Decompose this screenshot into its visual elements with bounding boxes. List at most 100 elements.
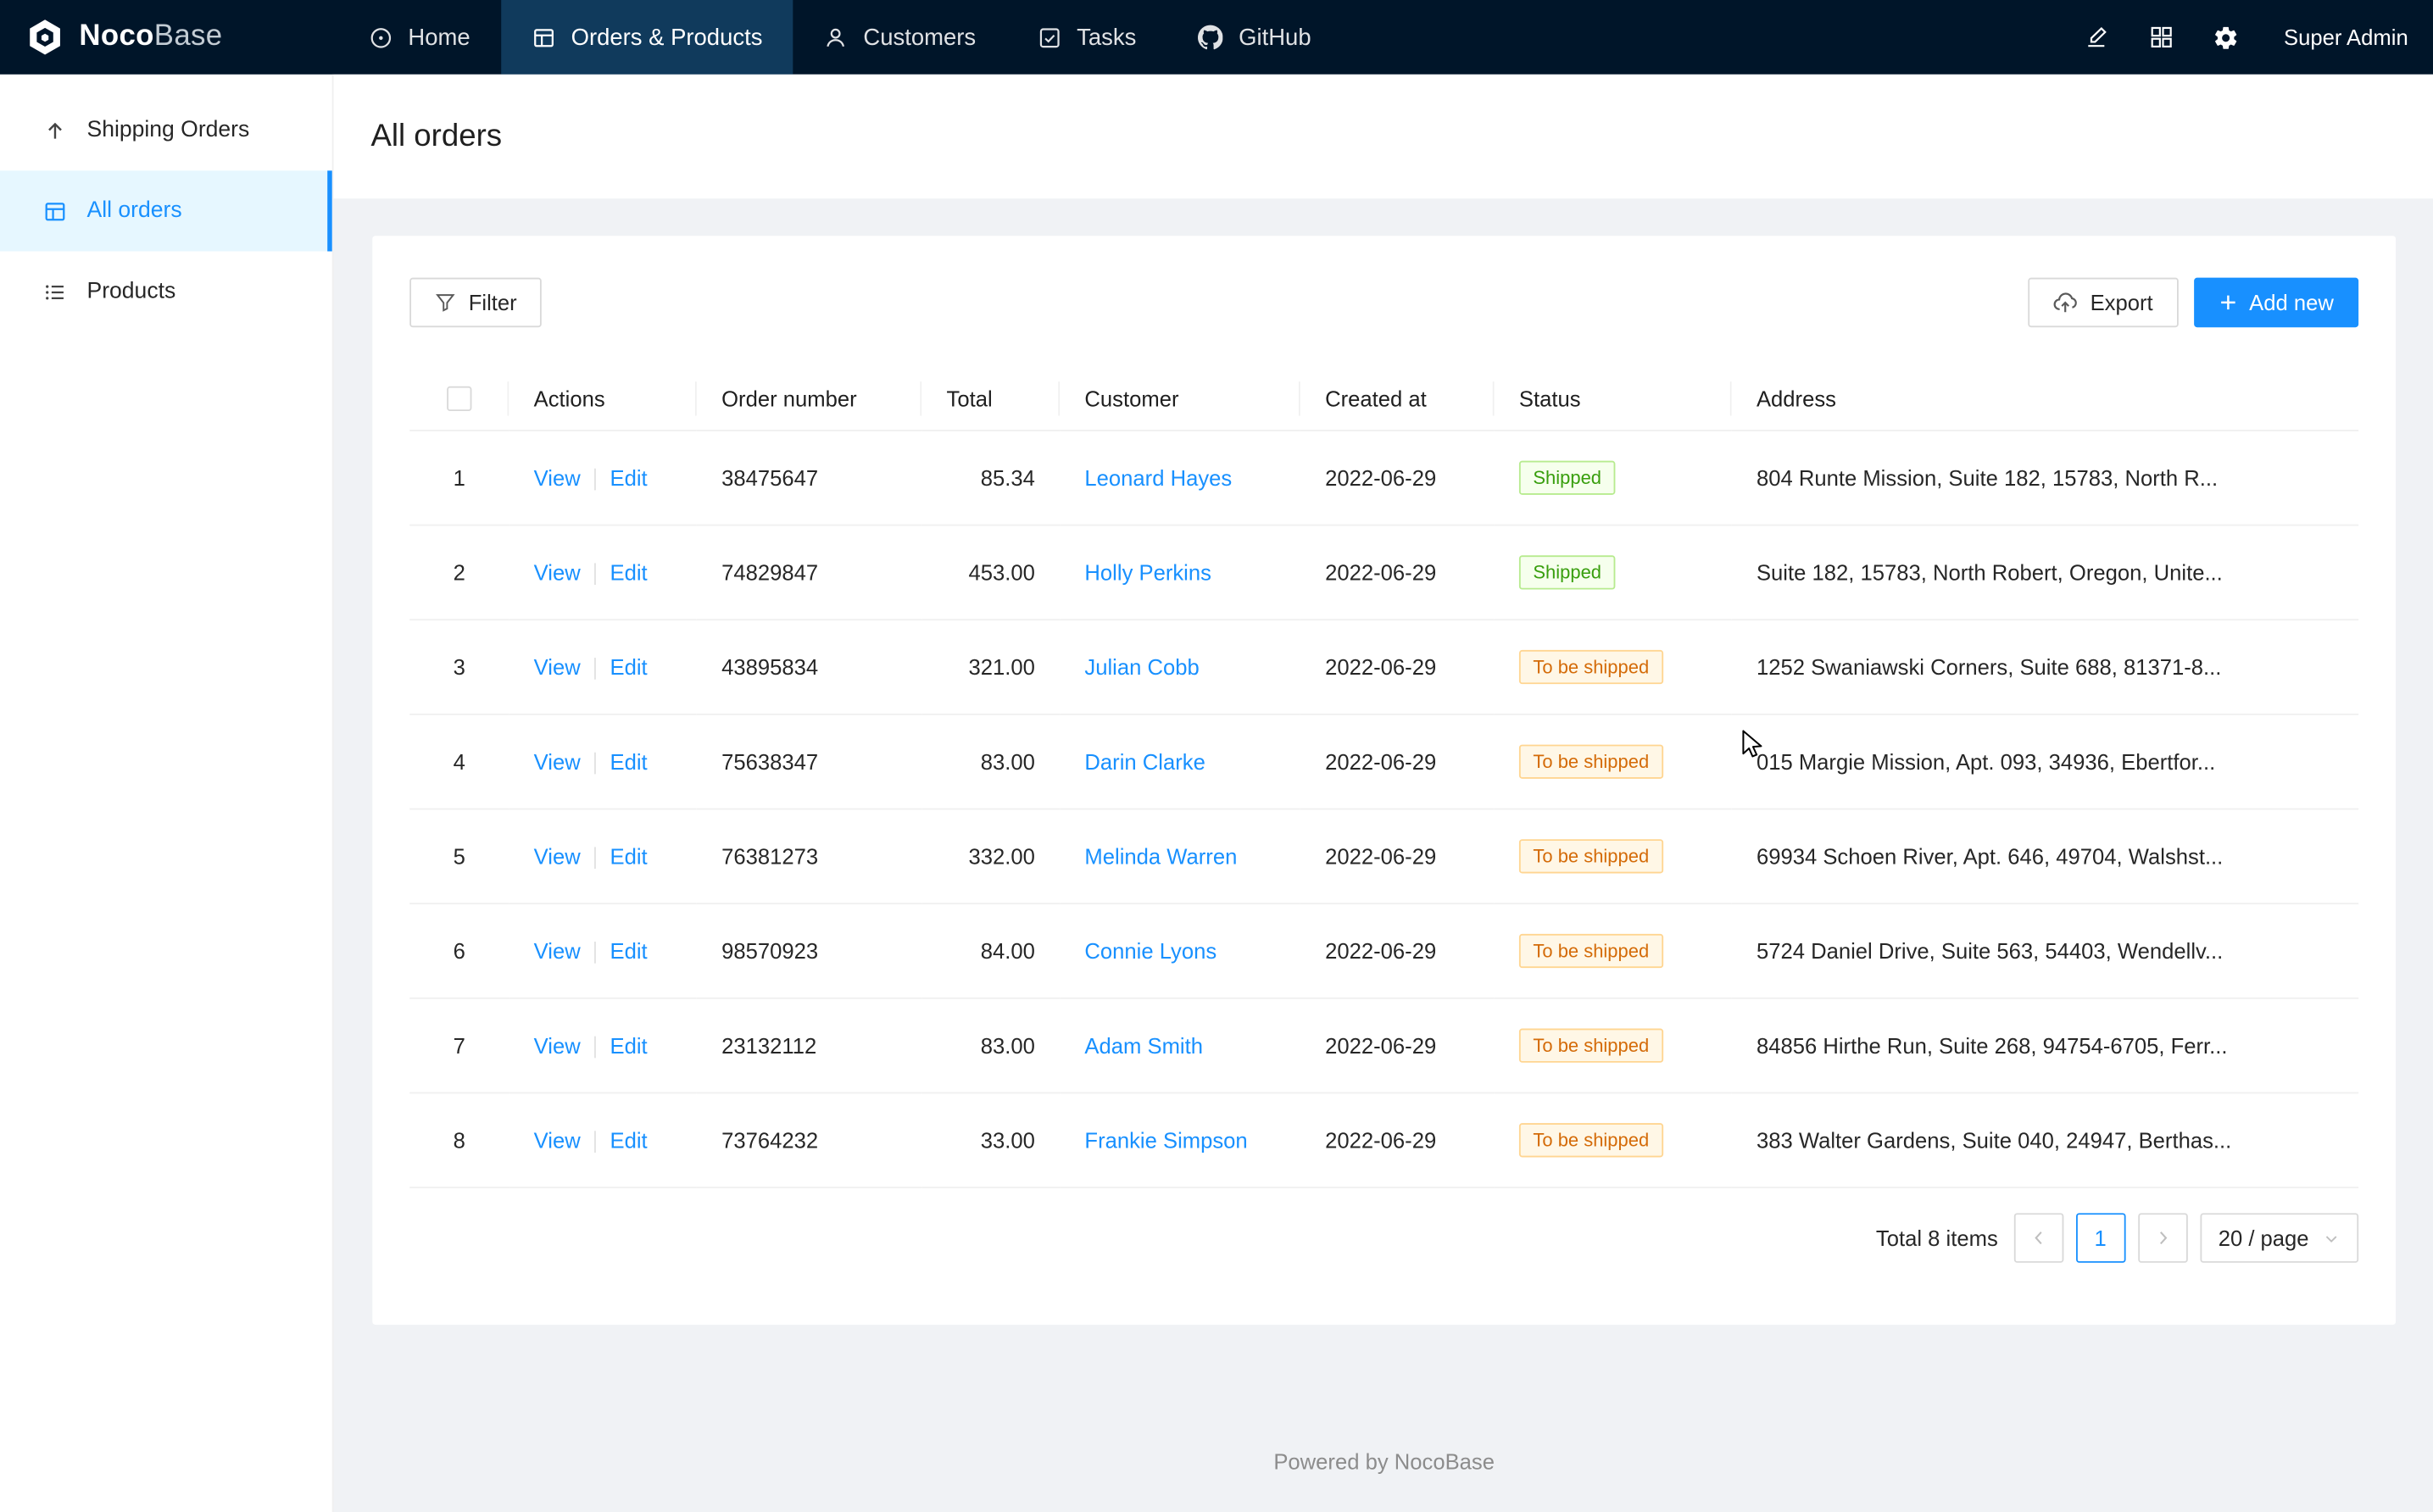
action-divider — [594, 1037, 596, 1059]
table-row: 3 ViewEdit 43895834 321.00 Julian Cobb 2… — [409, 620, 2358, 715]
sidebar-item-all-orders[interactable]: All orders — [0, 170, 332, 251]
status-cell: Shipped — [1495, 525, 1732, 620]
customer-cell: Leonard Hayes — [1060, 431, 1300, 525]
plugins-button[interactable] — [2132, 8, 2191, 67]
select-all-checkbox[interactable] — [447, 386, 471, 411]
customer-cell: Darin Clarke — [1060, 714, 1300, 809]
customer-link[interactable]: Frankie Simpson — [1084, 1128, 1247, 1153]
edit-link[interactable]: Edit — [610, 749, 648, 774]
edit-link[interactable]: Edit — [610, 939, 648, 964]
order-number-cell: 75638347 — [697, 714, 921, 809]
order-number-cell: 74829847 — [697, 525, 921, 620]
orders-icon — [532, 25, 555, 48]
view-link[interactable]: View — [534, 1033, 581, 1058]
table-row: 8 ViewEdit 73764232 33.00 Frankie Simpso… — [409, 1093, 2358, 1188]
main-area: All orders Filter Export — [334, 75, 2433, 1512]
nav-label: Orders & Products — [571, 24, 763, 50]
table-row: 1 ViewEdit 38475647 85.34 Leonard Hayes … — [409, 431, 2358, 525]
row-index: 5 — [409, 809, 509, 904]
select-all-header — [409, 366, 509, 431]
user-menu[interactable]: Super Admin — [2284, 25, 2408, 49]
total-cell: 321.00 — [921, 620, 1060, 715]
customers-icon — [825, 25, 848, 48]
total-cell: 84.00 — [921, 904, 1060, 999]
status-badge: To be shipped — [1519, 745, 1663, 779]
add-new-button-label: Add new — [2249, 290, 2334, 314]
view-link[interactable]: View — [534, 465, 581, 490]
order-number-cell: 38475647 — [697, 431, 921, 525]
customer-link[interactable]: Julian Cobb — [1084, 655, 1199, 680]
order-number-cell: 43895834 — [697, 620, 921, 715]
actions-cell: View Edit — [509, 620, 696, 715]
app-root: NocoBase Home Orders & Products Customer… — [0, 0, 2433, 1512]
add-new-button[interactable]: Add new — [2193, 278, 2358, 328]
action-divider — [594, 470, 596, 492]
nav-item-tasks[interactable]: Tasks — [1007, 0, 1167, 75]
chevron-down-icon — [2323, 1230, 2340, 1247]
customer-link[interactable]: Holly Perkins — [1084, 560, 1211, 585]
filter-button[interactable]: Filter — [409, 278, 542, 328]
export-button[interactable]: Export — [2028, 278, 2178, 328]
edit-link[interactable]: Edit — [610, 560, 648, 585]
actions-cell: View Edit — [509, 904, 696, 999]
edit-link[interactable]: Edit — [610, 1128, 648, 1153]
page-header: All orders — [334, 75, 2433, 198]
created-at-cell: 2022-06-29 — [1300, 525, 1495, 620]
nav-label: Home — [408, 24, 470, 50]
view-link[interactable]: View — [534, 749, 581, 774]
customer-link[interactable]: Adam Smith — [1084, 1034, 1203, 1059]
view-link[interactable]: View — [534, 1128, 581, 1153]
action-divider — [594, 1131, 596, 1153]
brand[interactable]: NocoBase — [0, 17, 338, 58]
settings-button[interactable] — [2196, 8, 2256, 67]
sidebar-item-shipping-orders[interactable]: Shipping Orders — [0, 90, 332, 170]
edit-link[interactable]: Edit — [610, 844, 648, 869]
sidebar-item-label: All orders — [86, 198, 181, 223]
view-link[interactable]: View — [534, 844, 581, 869]
edit-link[interactable]: Edit — [610, 465, 648, 490]
prev-page-button[interactable] — [2013, 1214, 2063, 1264]
home-icon — [370, 25, 393, 48]
tasks-icon — [1038, 25, 1061, 48]
nav-item-orders-products[interactable]: Orders & Products — [501, 0, 793, 75]
customer-cell: Julian Cobb — [1060, 620, 1300, 715]
orders-table-body: 1 ViewEdit 38475647 85.34 Leonard Hayes … — [409, 431, 2358, 1187]
orders-card: Filter Export Add new — [372, 236, 2396, 1325]
nav-item-customers[interactable]: Customers — [793, 0, 1007, 75]
view-link[interactable]: View — [534, 560, 581, 585]
customer-link[interactable]: Darin Clarke — [1084, 750, 1205, 775]
view-link[interactable]: View — [534, 939, 581, 964]
page-size-select[interactable]: 20 / page — [2200, 1214, 2358, 1264]
status-cell: To be shipped — [1495, 809, 1732, 904]
customer-link[interactable]: Leonard Hayes — [1084, 466, 1232, 491]
col-header-created-at: Created at — [1300, 366, 1495, 431]
next-page-button[interactable] — [2138, 1214, 2188, 1264]
actions-cell: View Edit — [509, 714, 696, 809]
footer-text: Powered by NocoBase — [372, 1449, 2396, 1474]
address-cell: 015 Margie Mission, Apt. 093, 34936, Ebe… — [1732, 714, 2358, 809]
nav-item-github[interactable]: GitHub — [1167, 0, 1342, 75]
sidebar-item-products[interactable]: Products — [0, 252, 332, 332]
action-divider — [594, 848, 596, 870]
ui-editor-button[interactable] — [2067, 8, 2126, 67]
page-number-button[interactable]: 1 — [2075, 1214, 2125, 1264]
address-cell: 84856 Hirthe Run, Suite 268, 94754-6705,… — [1732, 998, 2358, 1093]
page-size-value: 20 / page — [2219, 1226, 2309, 1251]
total-cell: 85.34 — [921, 431, 1060, 525]
col-header-total: Total — [921, 366, 1060, 431]
customer-link[interactable]: Connie Lyons — [1084, 939, 1216, 964]
actions-cell: View Edit — [509, 1093, 696, 1188]
created-at-cell: 2022-06-29 — [1300, 904, 1495, 999]
edit-link[interactable]: Edit — [610, 655, 648, 680]
customer-cell: Connie Lyons — [1060, 904, 1300, 999]
page-title: All orders — [370, 119, 502, 154]
content-area: Filter Export Add new — [334, 198, 2433, 1512]
order-number-cell: 73764232 — [697, 1093, 921, 1188]
total-cell: 33.00 — [921, 1093, 1060, 1188]
nav-item-home[interactable]: Home — [338, 0, 501, 75]
customer-link[interactable]: Melinda Warren — [1084, 844, 1237, 869]
filter-icon — [434, 292, 456, 314]
edit-link[interactable]: Edit — [610, 1033, 648, 1058]
created-at-cell: 2022-06-29 — [1300, 809, 1495, 904]
view-link[interactable]: View — [534, 655, 581, 680]
